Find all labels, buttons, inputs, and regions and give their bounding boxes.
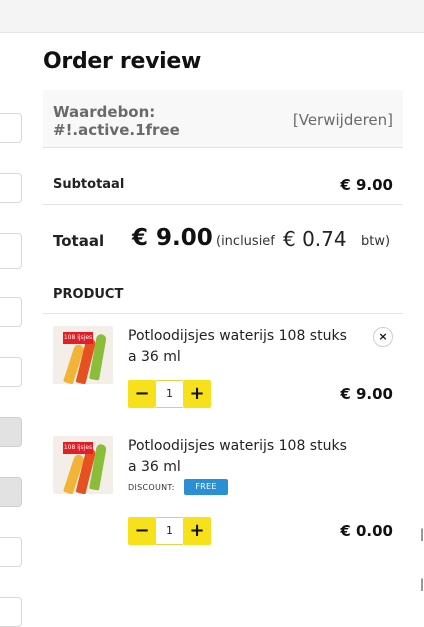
qty-input[interactable]: 1 [156,380,183,408]
total-label: Totaal [53,232,105,250]
right-edge-mark-2: | [420,577,424,591]
coupon-code-line1: Waardebon: [53,103,156,121]
left-input-5[interactable] [0,357,22,387]
product-name[interactable]: Potloodijsjes waterijs 108 stuks a 36 ml [128,326,368,368]
left-input-9[interactable] [0,597,22,627]
subtotal-row: Subtotaal € 9.00 [43,176,403,196]
discount-badge: FREE [184,479,228,495]
left-input-8[interactable] [0,537,22,567]
item-price: € 0.00 [340,522,393,540]
total-tax-value: € 0.74 [283,227,347,251]
total-value: € 9.00 [132,225,213,251]
qty-decrease-button[interactable]: − [128,380,156,408]
quantity-stepper: − 1 + [128,380,211,408]
qty-decrease-button[interactable]: − [128,517,156,545]
left-input-3[interactable] [0,233,22,269]
qty-input[interactable]: 1 [156,517,183,545]
top-bar [0,0,424,33]
coupon-code-line2: #!.active.1free [53,121,180,139]
product-name-line1: Potloodijsjes waterijs 108 stuks [128,438,347,454]
left-input-2[interactable] [0,173,22,203]
product-header: PRODUCT [53,287,124,302]
total-incl-label: (inclusief [216,234,275,249]
product-name-line2: a 36 ml [128,459,181,475]
item-price: € 9.00 [340,385,393,403]
coupon-code: Waardebon: #!.active.1free [53,103,180,139]
qty-increase-button[interactable]: + [183,380,211,408]
divider [43,204,403,205]
product-name[interactable]: Potloodijsjes waterijs 108 stuks a 36 ml [128,436,368,478]
product-name-line2: a 36 ml [128,349,181,365]
thumbnail-tag: 108 ijsjes [63,332,93,344]
product-thumbnail[interactable]: 108 ijsjes [53,436,113,494]
qty-increase-button[interactable]: + [183,517,211,545]
coupon-remove-link[interactable]: [Verwijderen] [293,111,393,129]
subtotal-value: € 9.00 [340,176,393,194]
product-thumbnail[interactable]: 108 ijsjes [53,326,113,384]
page-title: Order review [43,49,202,74]
subtotal-label: Subtotaal [53,177,125,192]
thumbnail-tag: 108 ijsjes [63,442,93,454]
total-tax-suffix: btw) [361,234,391,249]
right-edge-mark: | [420,527,424,541]
remove-item-button[interactable]: × [373,327,393,347]
divider [43,313,403,314]
left-input-1[interactable] [0,113,22,143]
coupon-row: Waardebon: #!.active.1free [Verwijderen] [43,90,403,148]
left-input-6[interactable] [0,417,22,447]
left-input-4[interactable] [0,297,22,327]
left-input-7[interactable] [0,477,22,507]
quantity-stepper: − 1 + [128,517,211,545]
discount-label: DISCOUNT: [128,483,175,492]
product-name-line1: Potloodijsjes waterijs 108 stuks [128,328,347,344]
